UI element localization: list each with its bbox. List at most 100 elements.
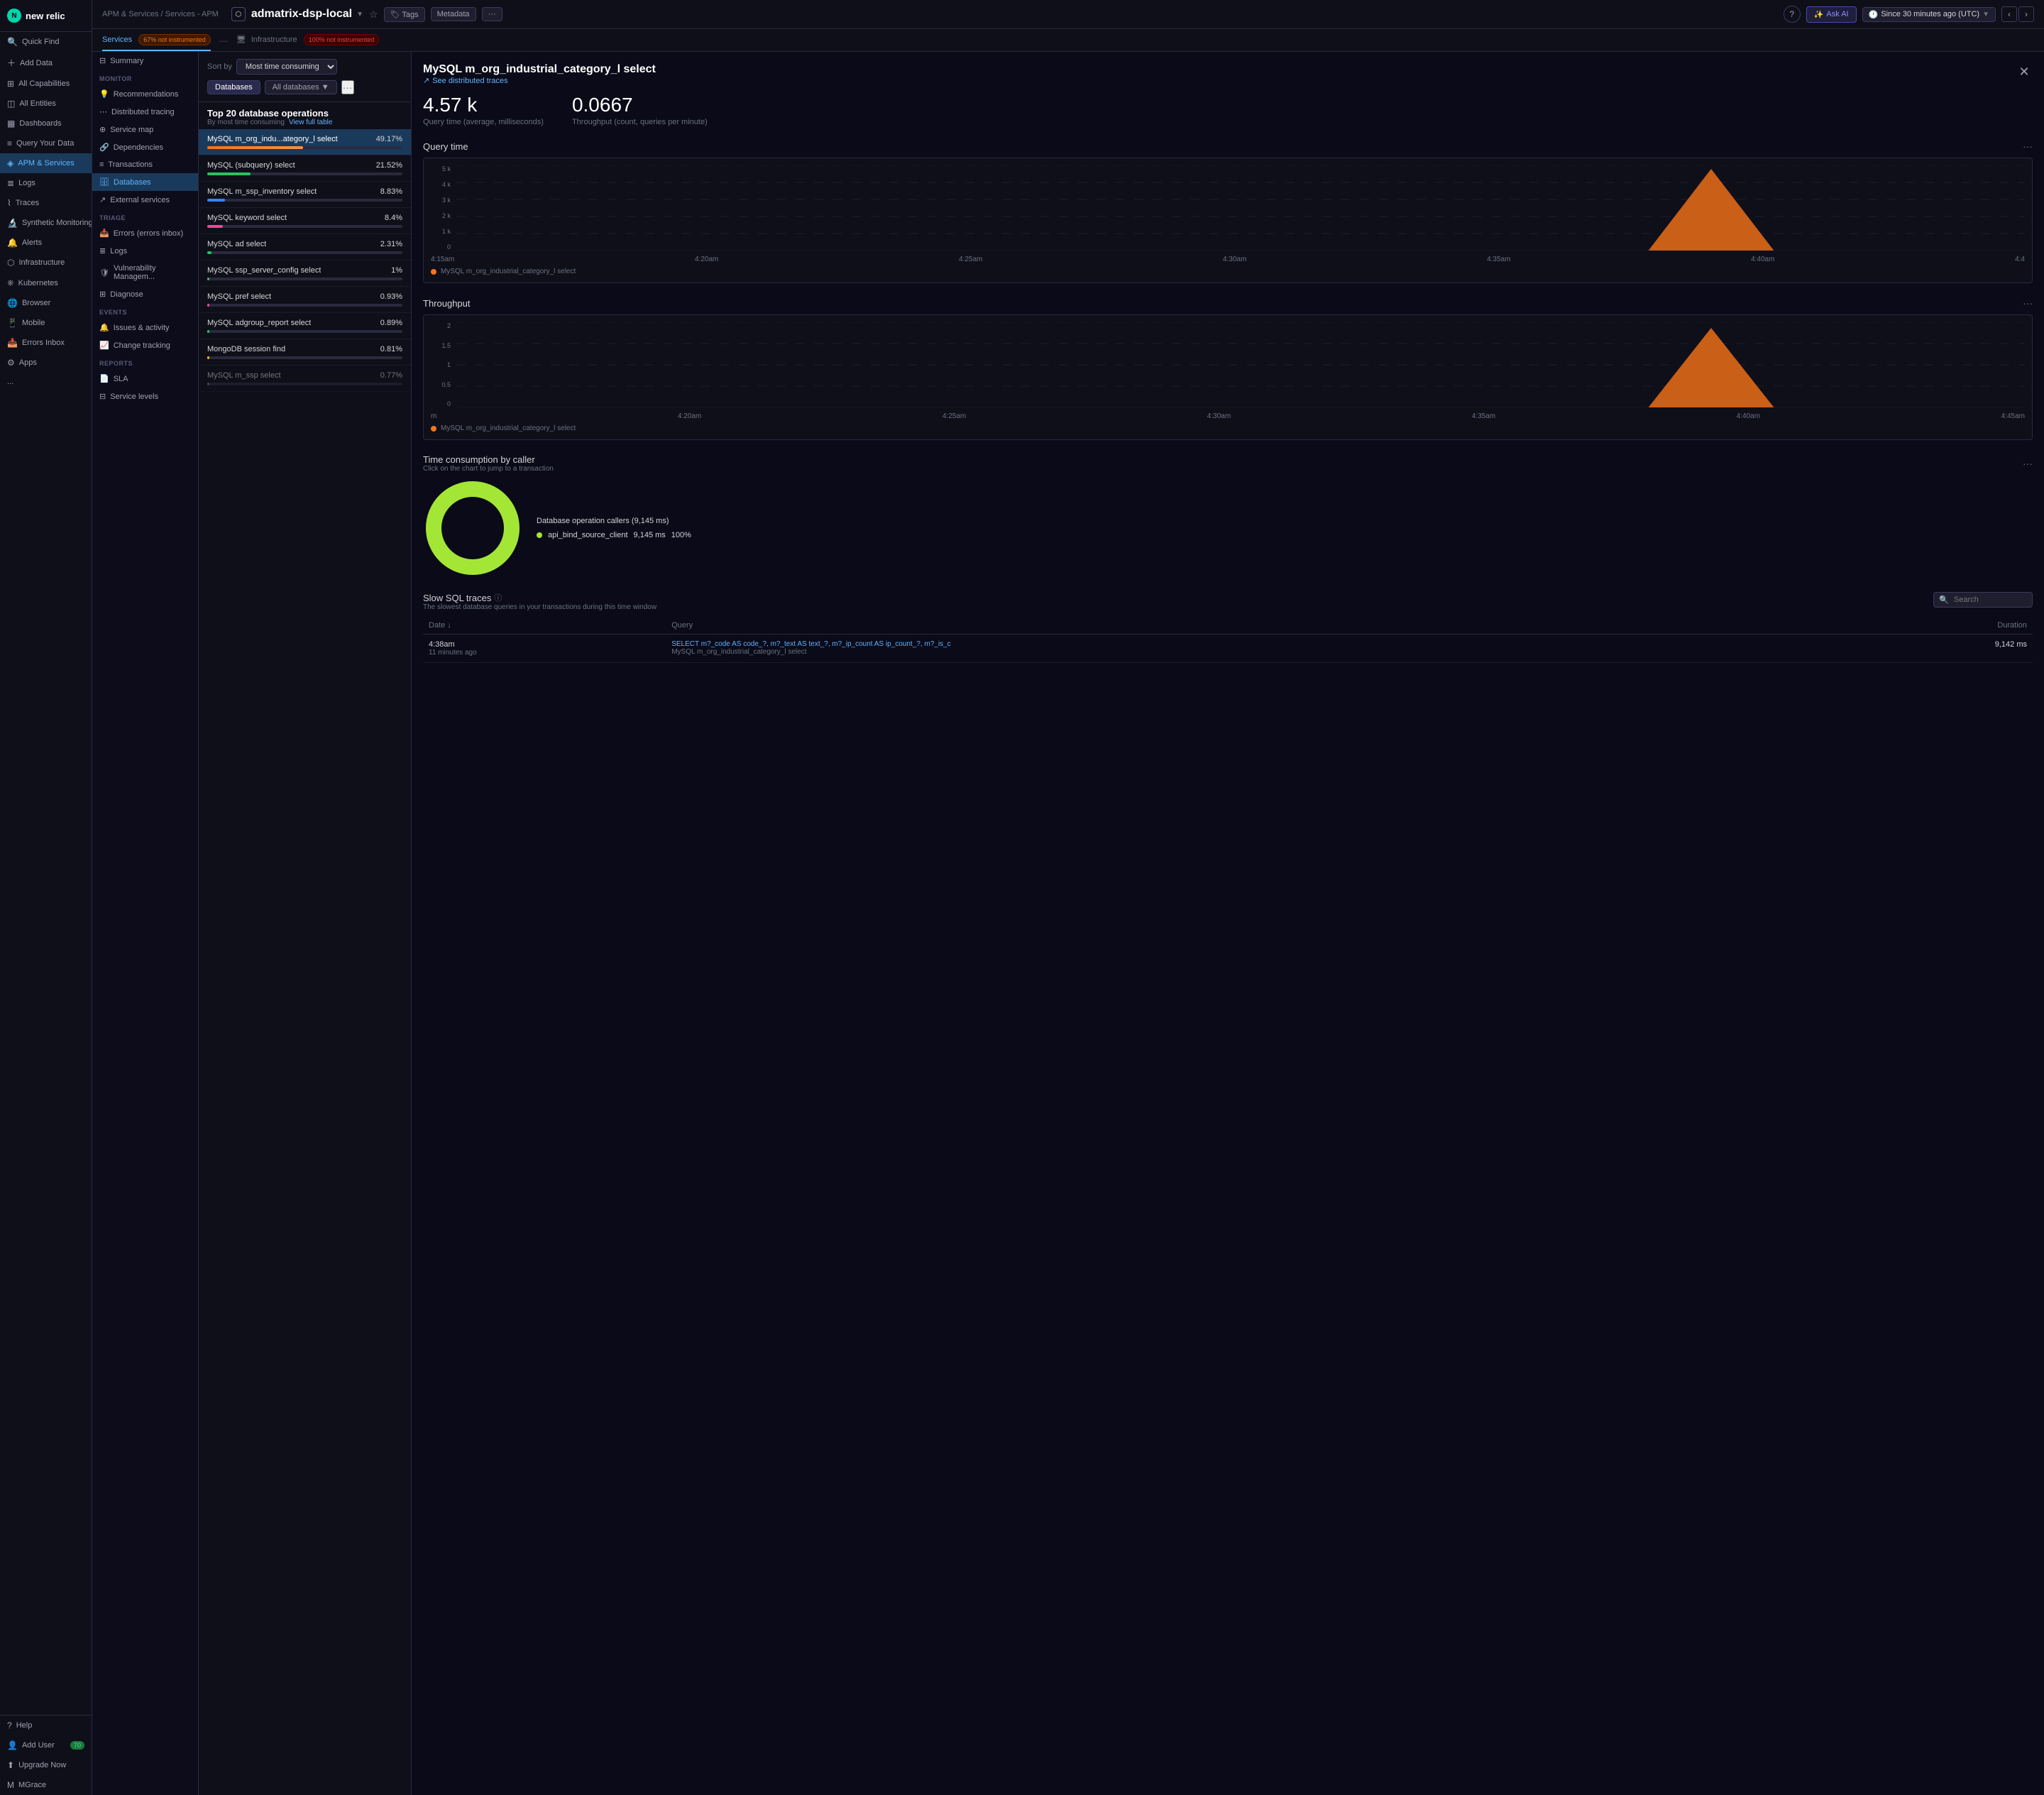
db-list-item[interactable]: MySQL ad select 2.31% [199,234,411,260]
filter-all-databases-button[interactable]: All databases ▼ [265,80,337,94]
db-list-item[interactable]: MySQL m_org_indu...ategory_l select 49.1… [199,129,411,155]
table-row[interactable]: 4:38am 11 minutes ago SELECT m?_code AS … [423,635,2033,663]
db-list-item[interactable]: MySQL m_ssp_inventory select 8.83% [199,182,411,208]
db-list-item[interactable]: MySQL pref select 0.93% [199,287,411,313]
tab-infrastructure[interactable]: 🖥 Infrastructure 100% not instrumented [236,29,379,51]
sidebar-logs[interactable]: ≣ Logs [0,173,92,193]
view-full-table-link[interactable]: View full table [289,119,333,126]
sidebar-infrastructure[interactable]: ⬡ Infrastructure [0,253,92,273]
sec-nav-label: Errors (errors inbox) [114,229,183,238]
db-item-name: MySQL keyword select [207,214,287,222]
star-icon[interactable]: ☆ [369,9,378,21]
sidebar-kubernetes[interactable]: ⎈ Kubernetes [0,273,92,293]
sec-nav-summary[interactable]: ⊟ Summary [92,52,198,70]
x-label: 4:25am [959,256,982,263]
chart-title-row: Query time ··· [423,141,2033,152]
db-list-item[interactable]: MySQL m_ssp select 0.77% [199,366,411,392]
db-list-item[interactable]: MySQL adgroup_report select 0.89% [199,313,411,339]
sidebar-apm-services[interactable]: ◈ APM & Services [0,153,92,173]
sec-nav-dependencies[interactable]: 🔗 Dependencies [92,138,198,156]
infra-instrumentation-badge[interactable]: 100% not instrumented [304,34,380,45]
sidebar-item-label: Alerts [22,238,42,247]
y-label: 1 [431,361,451,368]
y-axis-labels: 2 1.5 1 0.5 0 [431,322,451,407]
time-consumption-options-button[interactable]: ··· [2023,458,2033,469]
tab-services-label: Services [102,35,132,44]
sidebar-help[interactable]: ? Help [0,1716,92,1735]
sec-nav-databases[interactable]: 🗄 Databases [92,173,198,191]
sec-nav-errors-inbox[interactable]: 📥 Errors (errors inbox) [92,224,198,242]
sla-icon: 📄 [99,374,109,383]
help-button[interactable]: ? [1784,6,1801,23]
sec-nav-sla[interactable]: 📄 SLA [92,370,198,388]
y-label: 2 [431,322,451,329]
sidebar-apps[interactable]: ⚙ Apps [0,353,92,373]
sidebar-all-entities[interactable]: ◫ All Entities [0,94,92,114]
tags-button[interactable]: 🏷 Tags [384,7,425,22]
sidebar-dashboards[interactable]: ▦ Dashboards [0,114,92,133]
sec-nav-logs[interactable]: ≣ Logs [92,242,198,260]
sec-nav-service-levels[interactable]: ⊟ Service levels [92,388,198,405]
query-icon: ≡ [7,138,12,148]
db-more-options-button[interactable]: ··· [341,80,354,94]
sec-nav-external-services[interactable]: ↗ External services [92,191,198,209]
sidebar-browser[interactable]: 🌐 Browser [0,293,92,313]
filter-databases-button[interactable]: Databases [207,80,260,94]
query-chart-options-button[interactable]: ··· [2023,141,2033,152]
sql-table-head: Date ↓ Query Duration [423,617,2033,635]
sidebar-add-user[interactable]: 👤 Add User 70 [0,1735,92,1755]
sec-nav-recommendations[interactable]: 💡 Recommendations [92,85,198,103]
sec-nav-issues[interactable]: 🔔 Issues & activity [92,319,198,336]
tab-services[interactable]: Services 67% not instrumented [102,30,211,51]
sidebar-quick-find[interactable]: 🔍 Quick Find [0,32,92,52]
donut-chart[interactable] [423,478,522,578]
sidebar-more[interactable]: ... [0,373,92,391]
more-options-button[interactable]: ··· [482,7,502,21]
sidebar-query-data[interactable]: ≡ Query Your Data [0,133,92,153]
sidebar-all-capabilities[interactable]: ⊞ All Capabilities [0,74,92,94]
see-traces-link[interactable]: ↗ See distributed traces [423,76,656,85]
chevron-down-icon[interactable]: ▼ [356,11,363,18]
sec-nav-transactions[interactable]: ≡ Transactions [92,156,198,173]
search-wrapper: 🔍 [1933,592,2033,608]
triage-section-label: TRIAGE [92,209,198,224]
alerts-icon: 🔔 [7,238,18,248]
sql-sub-name: MySQL m_org_industrial_category_l select [671,648,1849,656]
sidebar-alerts[interactable]: 🔔 Alerts [0,233,92,253]
sort-select[interactable]: Most time consuming Most calls Slowest a… [236,59,337,75]
services-instrumentation-badge[interactable]: 67% not instrumented [138,34,211,45]
time-range-picker[interactable]: 🕐 Since 30 minutes ago (UTC) ▼ [1862,7,1996,22]
db-list-item[interactable]: MongoDB session find 0.81% [199,339,411,366]
prev-time-button[interactable]: ‹ [2001,6,2017,22]
sidebar-upgrade[interactable]: ⬆ Upgrade Now [0,1755,92,1775]
metadata-button[interactable]: Metadata [431,7,476,21]
db-bar-bg [207,146,402,149]
next-time-button[interactable]: › [2018,6,2034,22]
query-time-chart-container: 5 k 4 k 3 k 2 k 1 k 0 [423,158,2033,283]
sec-nav-diagnose[interactable]: ⊞ Diagnose [92,285,198,303]
ask-ai-button[interactable]: ✨ Ask AI [1806,6,1857,23]
throughput-chart-options-button[interactable]: ··· [2023,297,2033,309]
sidebar-add-data[interactable]: ＋ Add Data [0,52,92,74]
sec-nav-vulnerability[interactable]: 🛡 Vulnerability Managem... [92,260,198,285]
db-bar [207,199,225,202]
sidebar-mobile[interactable]: 📱 Mobile [0,313,92,333]
detail-panel: MySQL m_org_industrial_category_l select… [412,52,2044,1795]
upgrade-icon: ⬆ [7,1760,14,1770]
db-list-item[interactable]: MySQL keyword select 8.4% [199,208,411,234]
db-list-item[interactable]: MySQL (subquery) select 21.52% [199,155,411,182]
col-query: Query [666,617,1855,635]
sidebar-user-avatar[interactable]: M MGrace [0,1775,92,1795]
sec-nav-change-tracking[interactable]: 📈 Change tracking [92,336,198,354]
sec-nav-label: Service map [110,126,153,134]
sidebar-synthetic[interactable]: 🔬 Synthetic Monitoring [0,213,92,233]
apm-icon: ◈ [7,158,13,168]
sec-nav-label: SLA [114,375,128,383]
sidebar-errors-inbox[interactable]: 📥 Errors Inbox [0,333,92,353]
sec-nav-distributed-tracing[interactable]: ⋯ Distributed tracing [92,103,198,121]
db-list-item[interactable]: MySQL ssp_server_config select 1% [199,260,411,287]
sec-nav-service-map[interactable]: ⊕ Service map [92,121,198,138]
db-list-panel: Sort by Most time consuming Most calls S… [199,52,412,1795]
close-button[interactable]: ✕ [2016,63,2033,80]
sidebar-traces[interactable]: ⌇ Traces [0,193,92,213]
